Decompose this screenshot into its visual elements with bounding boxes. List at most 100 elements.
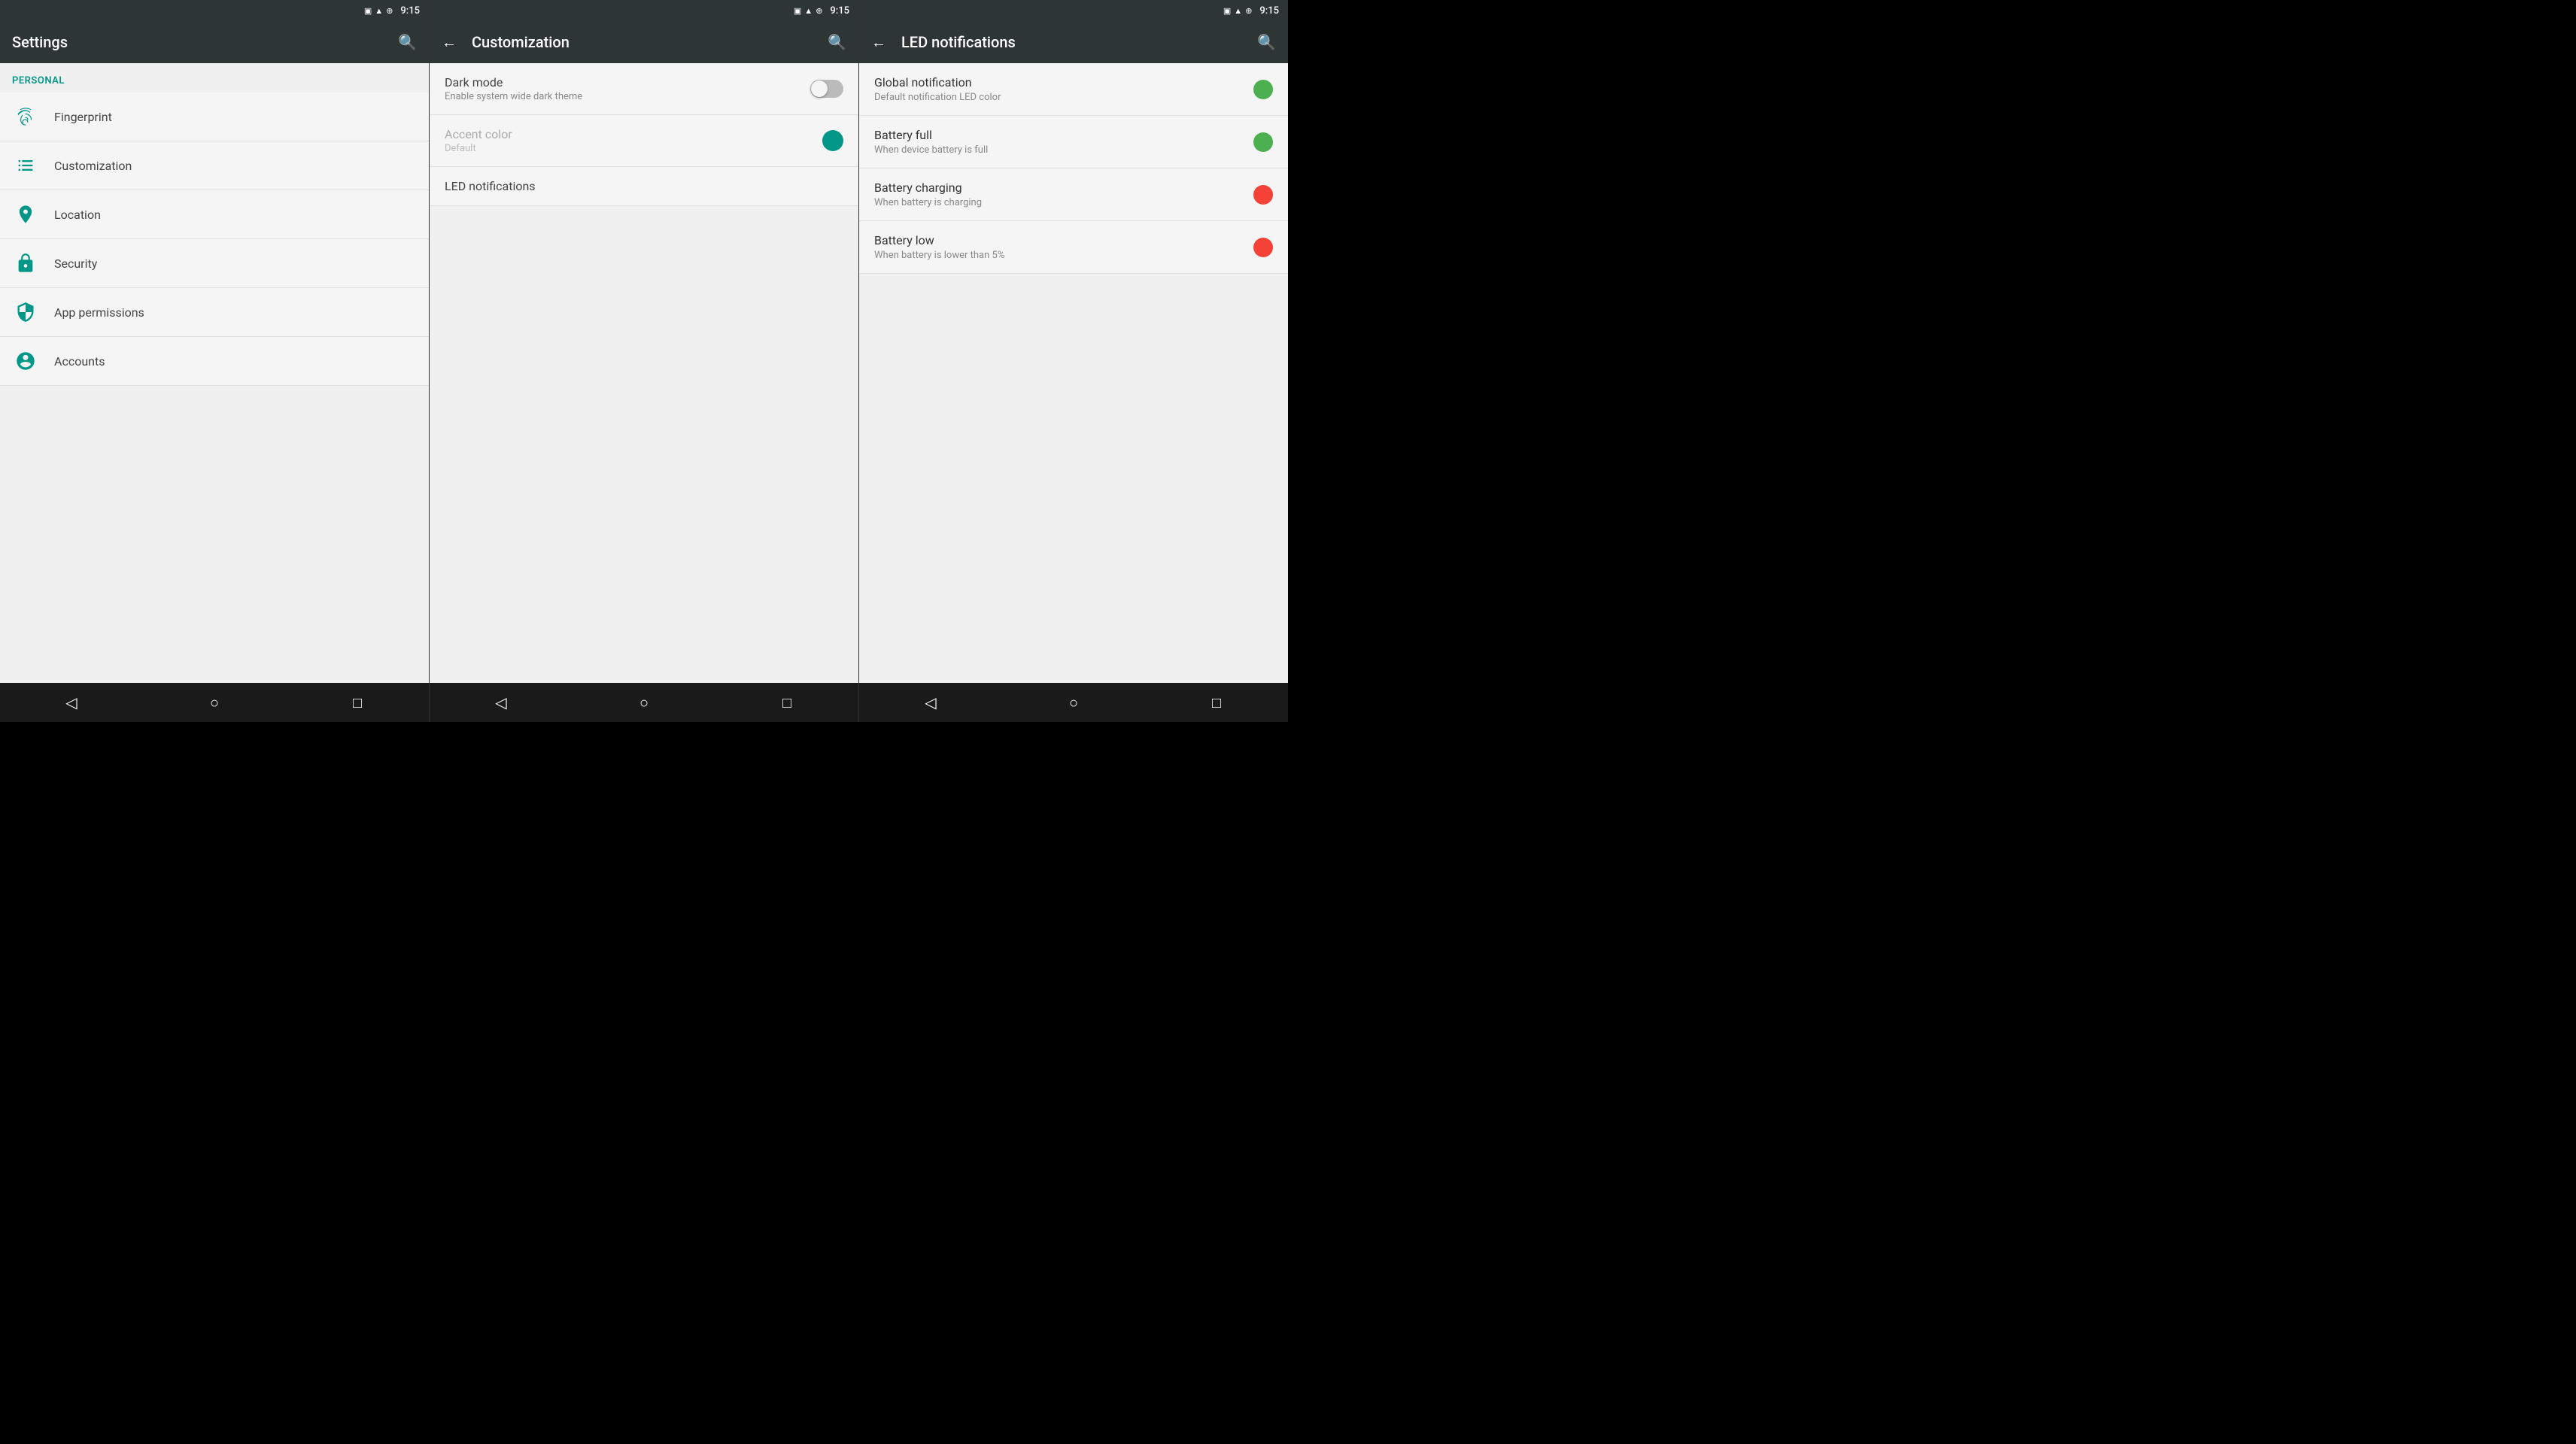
security-label: Security [54,256,97,271]
led-back-btn[interactable]: ← [871,33,886,52]
led-battery-full-subtitle: When device battery is full [874,144,988,156]
dark-mode-title: Dark mode [445,75,582,89]
status-icons-1: ▣ ▲ ⊕ [364,6,393,16]
status-time-2: 9:15 [830,5,849,17]
status-time-1: 9:15 [400,5,420,17]
settings-item-location[interactable]: Location [0,190,429,239]
dark-mode-toggle[interactable] [810,80,843,98]
customization-panel: ▣ ▲ ⊕ 9:15 ← Customization 🔍 Dark mode E… [430,0,859,722]
back-nav-1[interactable]: ◁ [49,687,94,717]
led-global-indicator[interactable] [1253,80,1273,99]
accent-color-dot[interactable] [822,130,843,151]
led-battery-charging-subtitle: When battery is charging [874,197,982,208]
personal-section-label: Personal [0,63,429,93]
led-item-global[interactable]: Global notification Default notification… [859,63,1288,116]
signal-icon-2: ▲ [804,6,813,16]
led-notifications-texts: LED notifications [445,179,536,193]
battery-icon-2: ⊕ [816,6,822,16]
led-search-icon[interactable]: 🔍 [1257,33,1276,51]
led-battery-low-indicator[interactable] [1253,238,1273,257]
status-icons-2: ▣ ▲ ⊕ [794,6,823,16]
led-battery-charging-texts: Battery charging When battery is chargin… [874,180,982,208]
bottom-nav-1: ◁ ○ □ [0,683,429,722]
led-battery-full-title: Battery full [874,128,988,142]
app-permissions-label: App permissions [54,305,144,320]
home-nav-3[interactable]: ○ [1051,687,1096,717]
back-nav-2[interactable]: ◁ [478,687,524,717]
status-icons-3: ▣ ▲ ⊕ [1223,6,1253,16]
bottom-nav-2: ◁ ○ □ [430,683,858,722]
accent-color-title: Accent color [445,127,512,141]
led-item-battery-low[interactable]: Battery low When battery is lower than 5… [859,221,1288,274]
settings-title: Settings [12,33,389,51]
led-title: LED notifications [901,33,1248,51]
led-global-title: Global notification [874,75,1001,89]
vibrate-icon-2: ▣ [794,6,801,16]
settings-panel: ▣ ▲ ⊕ 9:15 Settings 🔍 Personal Fingerpri… [0,0,430,722]
recent-nav-1[interactable]: □ [335,687,380,717]
led-battery-low-subtitle: When battery is lower than 5% [874,250,1004,261]
customization-app-bar: ← Customization 🔍 [430,21,858,63]
led-global-subtitle: Default notification LED color [874,92,1001,103]
accounts-label: Accounts [54,354,105,369]
led-item-battery-full[interactable]: Battery full When device battery is full [859,116,1288,168]
status-bar-1: ▣ ▲ ⊕ 9:15 [0,0,429,21]
led-battery-low-texts: Battery low When battery is lower than 5… [874,233,1004,261]
settings-app-bar: Settings 🔍 [0,21,429,63]
settings-item-accounts[interactable]: Accounts [0,337,429,386]
settings-item-app-permissions[interactable]: App permissions [0,288,429,337]
status-bar-3: ▣ ▲ ⊕ 9:15 [859,0,1288,21]
signal-icon-3: ▲ [1234,6,1242,16]
customization-label: Customization [54,159,132,173]
customization-title: Customization [472,33,819,51]
dark-mode-toggle-knob [811,80,828,97]
led-content: Global notification Default notification… [859,63,1288,683]
battery-icon: ⊕ [386,6,393,16]
led-app-bar: ← LED notifications 🔍 [859,21,1288,63]
settings-item-fingerprint[interactable]: Fingerprint [0,93,429,141]
battery-icon-3: ⊕ [1245,6,1252,16]
led-notifications-title: LED notifications [445,179,536,193]
accounts-icon [12,347,39,375]
customization-back-btn[interactable]: ← [442,33,457,52]
led-panel: ▣ ▲ ⊕ 9:15 ← LED notifications 🔍 Global … [859,0,1288,722]
settings-search-icon[interactable]: 🔍 [398,33,417,51]
customization-content: Dark mode Enable system wide dark theme … [430,63,858,683]
settings-item-customization[interactable]: Customization [0,141,429,190]
accent-color-row[interactable]: Accent color Default [430,115,858,167]
settings-item-security[interactable]: Security [0,239,429,288]
led-battery-full-indicator[interactable] [1253,132,1273,152]
led-battery-full-texts: Battery full When device battery is full [874,128,988,156]
signal-icon: ▲ [375,6,383,16]
led-battery-low-title: Battery low [874,233,1004,247]
customization-icon [12,152,39,179]
accent-color-texts: Accent color Default [445,127,512,154]
status-time-3: 9:15 [1259,5,1279,17]
fingerprint-icon [12,103,39,130]
led-global-texts: Global notification Default notification… [874,75,1001,103]
bottom-nav-3: ◁ ○ □ [859,683,1288,722]
led-notifications-row[interactable]: LED notifications [430,167,858,206]
dark-mode-texts: Dark mode Enable system wide dark theme [445,75,582,102]
settings-content: Personal Fingerprint Customization [0,63,429,683]
recent-nav-3[interactable]: □ [1194,687,1239,717]
status-bar-2: ▣ ▲ ⊕ 9:15 [430,0,858,21]
led-battery-charging-title: Battery charging [874,180,982,195]
home-nav-2[interactable]: ○ [621,687,667,717]
back-nav-3[interactable]: ◁ [908,687,953,717]
accent-color-subtitle: Default [445,143,512,154]
recent-nav-2[interactable]: □ [764,687,810,717]
customization-search-icon[interactable]: 🔍 [828,33,846,51]
led-item-battery-charging[interactable]: Battery charging When battery is chargin… [859,168,1288,221]
dark-mode-subtitle: Enable system wide dark theme [445,91,582,102]
location-label: Location [54,208,101,222]
dark-mode-row[interactable]: Dark mode Enable system wide dark theme [430,63,858,115]
app-permissions-icon [12,299,39,326]
fingerprint-label: Fingerprint [54,110,112,124]
vibrate-icon: ▣ [364,6,372,16]
led-battery-charging-indicator[interactable] [1253,185,1273,205]
security-icon [12,250,39,277]
vibrate-icon-3: ▣ [1223,6,1231,16]
location-icon [12,201,39,228]
home-nav-1[interactable]: ○ [192,687,237,717]
